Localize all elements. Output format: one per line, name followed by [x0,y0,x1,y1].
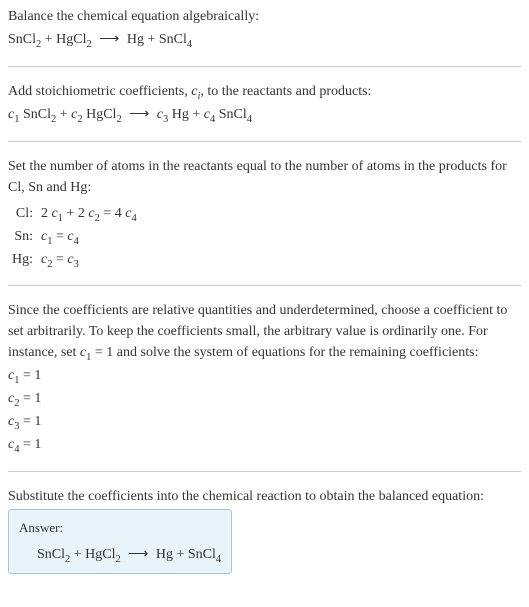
section-answer: Substitute the coefficients into the che… [8,486,521,574]
species-sub: 4 [247,114,252,125]
reactant-1: SnCl [8,32,36,47]
balance-eq: 2 c1 + 2 c2 = 4 c4 [37,202,141,225]
var-sub: 4 [74,236,79,247]
solution-line: c2 = 1 [8,388,521,409]
species-sub: 2 [116,114,121,125]
solution-line: c1 = 1 [8,365,521,386]
plus: + [173,547,188,562]
product-1: Hg [127,32,144,47]
problem-title: Balance the chemical equation algebraica… [8,6,521,27]
plus: + [189,107,204,122]
section-atom-balance: Set the number of atoms in the reactants… [8,156,521,286]
text: + 2 [63,206,88,221]
table-row: Cl: 2 c1 + 2 c2 = 4 c4 [8,202,141,225]
reactant-1: SnCl [37,547,65,562]
element-label: Cl: [8,202,37,225]
table-row: Sn: c1 = c4 [8,225,141,248]
element-label: Hg: [8,248,37,271]
text: = 1 and solve the system of equations fo… [91,345,478,360]
balanced-equation: SnCl2 + HgCl2 ⟶ Hg + SnCl4 [19,544,221,565]
section-coefficients: Add stoichiometric coefficients, ci, to … [8,81,521,142]
reactant-2: HgCl [85,547,115,562]
reaction-arrow: ⟶ [99,29,119,50]
solution-line: c4 = 1 [8,434,521,455]
product-2: SnCl [188,547,216,562]
balance-eq: c2 = c3 [37,248,141,271]
value: = 1 [19,437,41,452]
text: , to the reactants and products: [200,84,371,99]
section-problem: Balance the chemical equation algebraica… [8,6,521,67]
reactant-2-sub: 2 [87,39,92,50]
species: Hg [168,107,189,122]
substitute-instruction: Substitute the coefficients into the che… [8,486,521,507]
plus: + [56,107,71,122]
answer-box: Answer: SnCl2 + HgCl2 ⟶ Hg + SnCl4 [8,509,232,574]
value: = 1 [19,368,41,383]
balance-eq: c1 = c4 [37,225,141,248]
atom-balance-table: Cl: 2 c1 + 2 c2 = 4 c4 Sn: c1 = c4 Hg: c… [8,202,141,271]
var-sub: 4 [131,213,136,224]
table-row: Hg: c2 = c3 [8,248,141,271]
product-2-sub: 4 [187,39,192,50]
product-2-sub: 4 [216,553,221,564]
text: = [52,229,67,244]
reactant-2: HgCl [56,32,86,47]
product-2: SnCl [159,32,187,47]
solution-line: c3 = 1 [8,411,521,432]
value: = 1 [19,414,41,429]
text: = 4 [100,206,125,221]
product-1: Hg [156,547,173,562]
species: SnCl [19,107,51,122]
species: SnCl [215,107,247,122]
plus: + [41,32,56,47]
text: 2 [41,206,52,221]
species: HgCl [83,107,117,122]
plus: + [144,32,159,47]
value: = 1 [19,391,41,406]
answer-label: Answer: [19,518,221,538]
plus: + [70,547,85,562]
coeff-instruction: Add stoichiometric coefficients, ci, to … [8,81,521,102]
reactant-2-sub: 2 [116,553,121,564]
coeff-equation: c1 SnCl2 + c2 HgCl2 ⟶ c3 Hg + c4 SnCl4 [8,104,521,125]
solve-instruction: Since the coefficients are relative quan… [8,300,521,363]
balance-instruction: Set the number of atoms in the reactants… [8,156,521,198]
section-solve: Since the coefficients are relative quan… [8,300,521,472]
var-sub: 3 [74,259,79,270]
element-label: Sn: [8,225,37,248]
reaction-arrow: ⟶ [128,544,148,565]
reaction-arrow: ⟶ [129,104,149,125]
text: = [52,252,67,267]
unbalanced-equation: SnCl2 + HgCl2 ⟶ Hg + SnCl4 [8,29,521,50]
text: Add stoichiometric coefficients, [8,84,191,99]
